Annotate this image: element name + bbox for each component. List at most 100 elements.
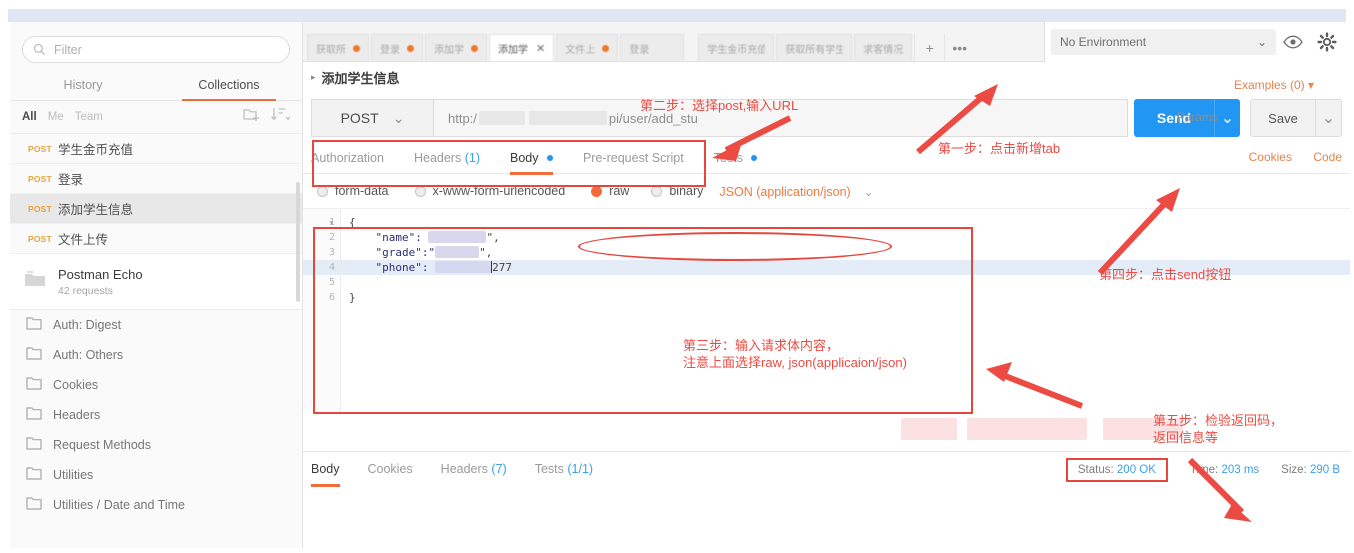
tab-pre-request-script[interactable]: Pre-request Script [583, 144, 684, 174]
body-editor[interactable]: 1 2 3 4 5 6 ▾{ "name": ", "grade":" ", "p… [303, 208, 1350, 412]
list-item[interactable]: Auth: Others [10, 340, 302, 370]
gear-icon[interactable] [1310, 28, 1344, 56]
scope-filter-all[interactable]: All [22, 111, 37, 123]
request-links: Cookies Code [1231, 150, 1342, 164]
environment-select[interactable]: No Environment ⌄ [1051, 29, 1276, 55]
list-item[interactable]: Headers [10, 400, 302, 430]
sidebar-tab-history[interactable]: History [10, 71, 156, 100]
response-tab-tests[interactable]: Tests (1/1) [535, 452, 593, 487]
save-options-caret[interactable]: ⌄ [1316, 99, 1342, 137]
body-type-urlencoded[interactable]: x-www-form-urlencoded [414, 184, 566, 198]
save-button[interactable]: Save [1250, 99, 1316, 137]
list-item[interactable]: Request Methods [10, 430, 302, 460]
folder-label: Utilities [53, 468, 94, 482]
request-tab-label: 登录 [380, 44, 400, 56]
response-tab-body[interactable]: Body [311, 452, 340, 487]
list-item[interactable]: Cookies [10, 370, 302, 400]
scope-filter-row: All Me Team [10, 101, 302, 134]
request-tab[interactable]: 学生金币充值 [698, 34, 775, 61]
environment-selected-label: No Environment [1060, 35, 1147, 49]
body-type-label: raw [609, 184, 630, 198]
tab-label: Tests [534, 462, 564, 476]
code-line: "name": ", [341, 230, 1350, 245]
url-suffix-text: pi/user/add_stu [608, 110, 698, 126]
list-item[interactable]: POST 文件上传 [10, 224, 302, 254]
tab-label: Headers [413, 150, 462, 165]
list-item[interactable]: Utilities [10, 460, 302, 490]
code-text: } [349, 291, 356, 304]
scope-filter-team[interactable]: Team [75, 111, 103, 123]
sidebar-tab-collections[interactable]: Collections [156, 71, 302, 101]
fold-arrow-icon[interactable]: ▾ [329, 215, 334, 230]
request-tab[interactable]: 登录 [371, 34, 423, 61]
modified-dot-icon [546, 154, 553, 161]
line-number: 4 [303, 260, 340, 275]
line-number: 3 [328, 247, 335, 258]
request-tab-label: 学生金币充值 [707, 44, 766, 56]
params-label[interactable]: Params [1177, 110, 1218, 124]
chevron-down-icon: ⌄ [863, 184, 874, 199]
folder-list: Auth: Digest Auth: Others Cookies Header… [10, 310, 302, 520]
request-tab[interactable]: 获取所 [307, 34, 369, 61]
page-title: 添加学生信息 [321, 70, 400, 86]
folder-icon [26, 436, 42, 455]
list-item[interactable]: POST 添加学生信息 [10, 194, 302, 224]
unsaved-dot-icon [407, 44, 414, 52]
request-tab[interactable]: 获取所有学生 [776, 34, 853, 61]
request-tab[interactable]: 登录 [620, 34, 685, 61]
filter-box[interactable] [22, 36, 290, 63]
size-label: Size: [1281, 463, 1307, 476]
tab-tests[interactable]: Tests [714, 144, 758, 174]
editor-gutter: 1 2 3 4 5 6 [303, 209, 341, 412]
list-item[interactable]: Auth: Digest [10, 310, 302, 340]
folder-icon [26, 376, 42, 395]
request-tab[interactable]: 文件上 [556, 34, 619, 61]
filter-input[interactable] [54, 42, 279, 57]
request-tab[interactable]: 添加学 [425, 34, 487, 61]
body-type-label: x-www-form-urlencoded [432, 184, 566, 198]
eye-icon[interactable] [1276, 28, 1310, 56]
body-type-raw[interactable]: raw [591, 184, 629, 198]
request-tab-label: 获取所 [316, 44, 346, 56]
window-left-edge [0, 22, 10, 553]
request-tab[interactable]: 求客情况 [854, 34, 913, 61]
cookies-link[interactable]: Cookies [1249, 150, 1292, 164]
tab-headers[interactable]: Headers (1) [414, 144, 480, 174]
tab-authorization[interactable]: Authorization [311, 144, 384, 174]
editor-code[interactable]: ▾{ "name": ", "grade":" ", "phone": 277 } [329, 209, 1350, 412]
response-bar: Body Cookies Headers (7) Tests (1/1) Sta… [303, 451, 1350, 487]
collection-item-postman-echo[interactable]: Postman Echo 42 requests [10, 254, 302, 310]
tab-label: Cookies [367, 462, 413, 476]
code-text: "name": [349, 231, 429, 244]
list-item[interactable]: POST 登录 [10, 164, 302, 194]
body-type-binary[interactable]: binary [651, 184, 703, 198]
code-text: "grade":" [349, 246, 436, 259]
list-item[interactable]: POST 学生金币充值 [10, 134, 302, 164]
request-name-label: 文件上传 [58, 233, 109, 247]
new-tab-button[interactable]: + [914, 34, 945, 61]
close-icon[interactable]: ✕ [536, 42, 545, 55]
tab-more-button[interactable]: ••• [944, 34, 975, 61]
tab-body[interactable]: Body [509, 144, 553, 175]
line-number: 5 [328, 277, 335, 288]
new-folder-icon[interactable] [243, 107, 260, 127]
sidebar-scrollbar[interactable] [296, 182, 300, 302]
tab-label: Tests [713, 150, 743, 165]
response-tab-cookies[interactable]: Cookies [368, 452, 413, 487]
raw-format-select[interactable]: JSON (application/json) ⌄ [719, 184, 873, 199]
body-type-form-data[interactable]: form-data [317, 184, 389, 198]
folder-label: Utilities / Date and Time [53, 498, 185, 512]
code-link[interactable]: Code [1313, 150, 1342, 164]
request-tab-active[interactable]: 添加学 ✕ [489, 34, 555, 61]
code-tail: ", [486, 231, 500, 244]
http-method-select[interactable]: POST ⌄ [311, 99, 433, 137]
tab-label: Body [509, 150, 539, 165]
url-input[interactable]: http:/ pi/user/add_stu [433, 99, 1128, 137]
response-tab-headers[interactable]: Headers (7) [441, 452, 507, 487]
sort-descending-icon[interactable] [271, 107, 291, 127]
breadcrumb-arrow-icon[interactable]: ▸ [311, 72, 316, 83]
list-item[interactable]: Utilities / Date and Time [10, 490, 302, 520]
redacted-value [428, 231, 487, 243]
examples-link[interactable]: Examples (0) ▾ [1234, 78, 1314, 92]
scope-filter-me[interactable]: Me [48, 111, 64, 123]
